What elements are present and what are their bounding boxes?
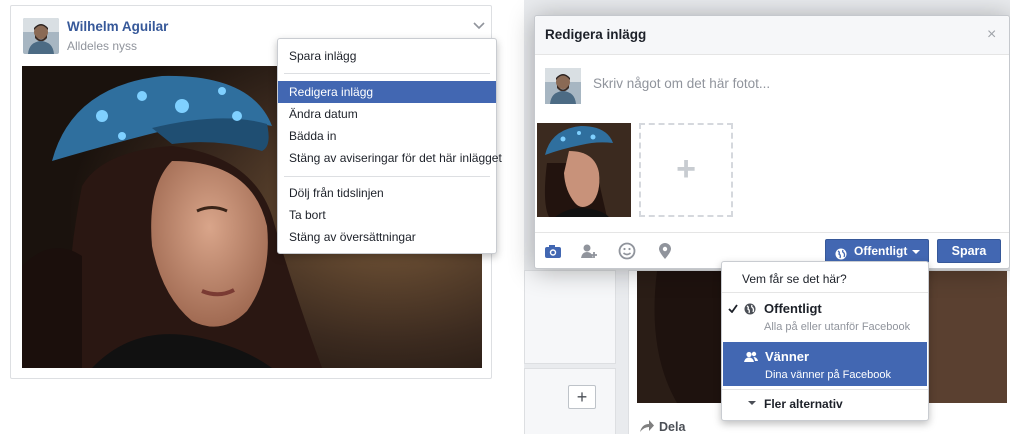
menu-item-delete[interactable]: Ta bort [278,204,496,226]
author-avatar[interactable] [23,18,59,54]
audience-label: Offentligt [854,244,908,258]
audience-selector-button[interactable]: Offentligt [825,239,929,263]
audience-menu: Vem får se det här? Offentligt Alla på e… [721,261,929,421]
audience-option-public[interactable]: Offentligt Alla på eller utanför Faceboo… [722,294,926,338]
globe-icon [835,245,847,260]
caret-down-icon [912,250,920,254]
menu-item-change-date[interactable]: Ändra datum [278,103,496,125]
menu-divider [722,389,928,390]
option-description: Dina vänner på Facebook [765,369,891,381]
author-name[interactable]: Wilhelm Aguilar [67,19,168,34]
more-options-label: Fler alternativ [764,397,843,411]
friends-icon [744,351,758,362]
composer-input[interactable]: Skriv något om det här fotot... [593,76,770,91]
audience-option-more[interactable]: Fler alternativ [722,392,926,416]
sidebar-card [524,270,616,364]
menu-item-hide-from-timeline[interactable]: Dölj från tidslinjen [278,182,496,204]
dialog-header: Redigera inlägg × [535,16,1009,55]
menu-divider [284,73,490,74]
menu-item-turn-off-translations[interactable]: Stäng av översättningar [278,226,496,248]
option-label: Vänner [765,349,810,364]
audience-menu-title: Vem får se det här? [742,272,847,286]
close-icon[interactable]: × [987,26,996,44]
emoji-icon[interactable] [617,242,637,260]
audience-option-friends[interactable]: Vänner Dina vänner på Facebook [723,342,927,386]
option-description: Alla på eller utanför Facebook [764,321,911,333]
menu-item-embed[interactable]: Bädda in [278,125,496,147]
add-photo-button[interactable]: + [639,123,733,217]
edit-post-dialog: Redigera inlägg × Skriv något om det här… [534,15,1010,269]
menu-divider [722,292,928,293]
save-button[interactable]: Spara [937,239,1001,263]
caret-down-icon [748,401,756,405]
share-label[interactable]: Dela [659,420,685,434]
menu-item-turn-off-notifications[interactable]: Stäng av aviseringar för det här inlägge… [278,147,502,169]
attached-photo-thumbnail[interactable] [537,123,631,217]
add-button[interactable]: + [568,385,596,409]
option-label: Offentligt [764,301,822,316]
menu-divider [284,176,490,177]
location-pin-icon[interactable] [655,242,675,260]
tag-friends-icon[interactable] [579,242,599,260]
globe-icon [744,303,756,315]
share-icon [639,419,655,433]
dialog-title: Redigera inlägg [545,27,647,42]
post-options-menu: Spara inlägg Redigera inlägg Ändra datum… [277,38,502,254]
camera-icon[interactable] [543,242,563,260]
menu-item-save-post[interactable]: Spara inlägg [278,45,496,67]
author-avatar [545,68,581,104]
checkmark-icon [728,304,738,313]
post-timestamp[interactable]: Alldeles nyss [67,39,137,53]
post-card: Wilhelm Aguilar Alldeles nyss Spara inlä… [10,5,502,379]
chevron-down-icon[interactable] [473,20,485,30]
menu-item-edit-post[interactable]: Redigera inlägg [278,81,496,103]
